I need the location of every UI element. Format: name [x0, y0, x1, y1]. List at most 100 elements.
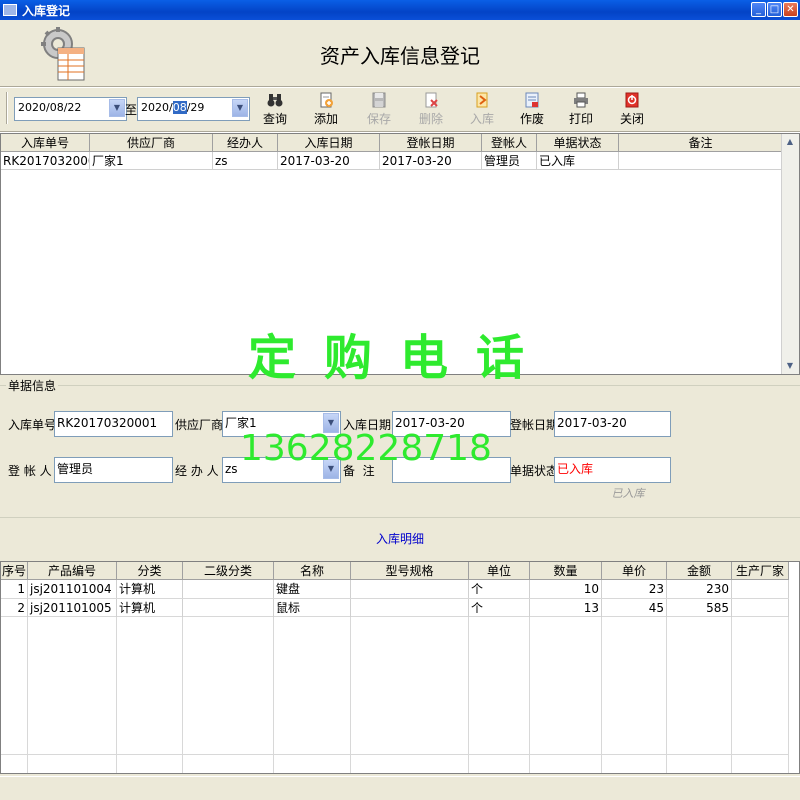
table-row[interactable]: 1 jsj201101004 计算机 键盘 个 10 23 230: [1, 580, 789, 598]
col-header-subcategory[interactable]: 二级分类: [183, 562, 274, 580]
cell-product-code: jsj201101005: [28, 599, 117, 617]
col-header-status[interactable]: 单据状态: [537, 134, 619, 152]
watermark-phone-number: 13628228718: [240, 428, 492, 469]
maximize-button[interactable]: □: [767, 2, 782, 17]
cell-supplier: 厂家1: [90, 152, 213, 170]
cell-handler: zs: [213, 152, 278, 170]
cell-seq: 1: [1, 580, 28, 598]
date-from-picker[interactable]: 2020/08/22 ▼: [14, 97, 127, 121]
acct-person-field[interactable]: 管理员: [54, 457, 173, 483]
handler-label: 经 办 人: [175, 464, 219, 478]
add-button[interactable]: 添加: [306, 90, 346, 130]
cell-quantity: 10: [530, 580, 602, 598]
cell-category: 计算机: [117, 580, 183, 598]
close-button[interactable]: 关闭: [612, 90, 652, 130]
print-button-label: 打印: [568, 112, 593, 126]
stock-in-icon: [476, 92, 488, 108]
scroll-up-icon[interactable]: ▲: [782, 134, 798, 150]
stock-in-button[interactable]: 入库: [462, 90, 502, 130]
cell-in-date: 2017-03-20: [278, 152, 380, 170]
col-header-manufacturer[interactable]: 生产厂家: [732, 562, 789, 580]
details-grid[interactable]: 序号 产品编号 分类 二级分类 名称 型号规格 单位 数量 单价 金额 生产厂家…: [0, 561, 800, 774]
col-header-supplier[interactable]: 供应厂商: [90, 134, 213, 152]
cell-remark: [619, 152, 783, 170]
col-header-amount[interactable]: 金额: [667, 562, 732, 580]
add-button-label: 添加: [313, 112, 338, 126]
delete-button-label: 删除: [418, 112, 443, 126]
stock-in-button-label: 入库: [469, 112, 494, 126]
col-header-product-code[interactable]: 产品编号: [28, 562, 117, 580]
chevron-down-icon[interactable]: ▼: [232, 99, 248, 117]
void-document-icon: [525, 92, 539, 108]
void-button[interactable]: 作废: [512, 90, 552, 130]
cell-subcategory: [183, 580, 274, 598]
cell-order-no: RK20170320001: [1, 152, 90, 170]
col-header-in-date[interactable]: 入库日期: [278, 134, 380, 152]
acct-date-label: 登帐日期: [510, 418, 559, 432]
col-header-unit-price[interactable]: 单价: [602, 562, 667, 580]
app-icon: [3, 4, 17, 16]
order-no-field[interactable]: RK20170320001: [54, 411, 173, 437]
cell-manufacturer: [732, 580, 789, 598]
col-header-acct-date[interactable]: 登帐日期: [380, 134, 482, 152]
window-title: 入库登记: [22, 4, 71, 18]
cell-amount: 585: [667, 599, 732, 617]
status-label: 单据状态: [510, 464, 559, 478]
col-header-seq[interactable]: 序号: [1, 562, 28, 580]
table-row[interactable]: 2 jsj201101005 计算机 鼠标 个 13 45 585: [1, 599, 789, 617]
cell-name: 键盘: [274, 580, 351, 598]
grid-line: [1, 754, 789, 755]
cell-status: 已入库: [537, 152, 619, 170]
watermark-order-phone-label: 定购电话: [247, 330, 552, 386]
cell-amount: 230: [667, 580, 732, 598]
status-field[interactable]: 已入库: [554, 457, 671, 483]
cell-name: 鼠标: [274, 599, 351, 617]
col-header-model-spec[interactable]: 型号规格: [351, 562, 469, 580]
table-row[interactable]: RK20170320001 厂家1 zs 2017-03-20 2017-03-…: [1, 152, 783, 170]
cell-acct-date: 2017-03-20: [380, 152, 482, 170]
delete-button[interactable]: 删除: [411, 90, 451, 130]
save-button-label: 保存: [366, 112, 391, 126]
cell-acct-person: 管理员: [482, 152, 537, 170]
title-bar: 入库登记 _ □ ✕: [0, 0, 800, 20]
date-to-picker[interactable]: 2020/08/29 ▼: [137, 97, 250, 121]
close-power-icon: [625, 92, 639, 108]
cell-unit: 个: [469, 599, 530, 617]
add-document-icon: [320, 92, 333, 108]
col-header-order-no[interactable]: 入库单号: [1, 134, 90, 152]
date-range-to-label: 至: [125, 103, 138, 117]
status-stamp: 已入库: [608, 487, 648, 500]
query-button[interactable]: 查询: [255, 90, 295, 130]
col-header-quantity[interactable]: 数量: [530, 562, 602, 580]
cell-seq: 2: [1, 599, 28, 617]
header: 资产入库信息登记: [0, 20, 800, 86]
col-header-category[interactable]: 分类: [117, 562, 183, 580]
close-window-button[interactable]: ✕: [783, 2, 798, 17]
void-button-label: 作废: [519, 112, 544, 126]
cell-model-spec: [351, 599, 469, 617]
acct-person-label: 登 帐 人: [8, 464, 52, 478]
cell-quantity: 13: [530, 599, 602, 617]
chevron-down-icon[interactable]: ▼: [109, 99, 125, 117]
col-header-acct-person[interactable]: 登帐人: [482, 134, 537, 152]
date-to-month-selected[interactable]: 08: [172, 101, 187, 114]
acct-date-field[interactable]: 2017-03-20: [554, 411, 671, 437]
order-no-label: 入库单号: [8, 418, 57, 432]
cell-unit-price: 45: [602, 599, 667, 617]
printer-icon: [574, 92, 588, 108]
cell-manufacturer: [732, 599, 789, 617]
col-header-name[interactable]: 名称: [274, 562, 351, 580]
date-to-prefix: 2020/: [141, 101, 173, 114]
floppy-disk-icon: [372, 92, 386, 108]
minimize-button[interactable]: _: [751, 2, 766, 17]
print-button[interactable]: 打印: [561, 90, 601, 130]
status-area: [0, 776, 800, 800]
save-button[interactable]: 保存: [359, 90, 399, 130]
col-header-unit[interactable]: 单位: [469, 562, 530, 580]
date-from-value: 2020/08/22: [18, 101, 82, 114]
cell-category: 计算机: [117, 599, 183, 617]
cell-unit-price: 23: [602, 580, 667, 598]
col-header-handler[interactable]: 经办人: [213, 134, 278, 152]
col-header-remark[interactable]: 备注: [619, 134, 783, 152]
date-to-suffix: /29: [186, 101, 205, 114]
